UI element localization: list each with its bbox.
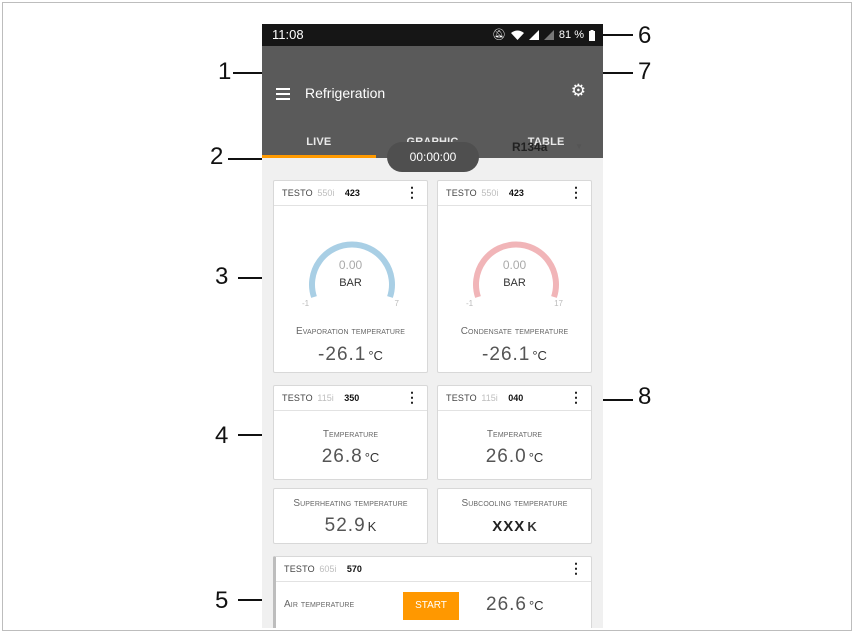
probe-serial: 350 [344,393,360,403]
reading-unit: °C [528,450,544,465]
card-header: TESTO 115i 350 ⋮ [274,386,427,411]
dropdown-arrow-icon[interactable]: ▼ [575,142,583,151]
more-options-icon[interactable]: ⋮ [569,181,583,204]
reading-number: -26.1 [482,344,531,365]
reading-number: 52.9 [324,515,366,536]
callout-7: 7 [638,58,652,85]
gauge-value: 0.00 [502,258,527,272]
gauge-max: 7 [394,299,399,308]
probe-brand: TESTO [446,393,477,403]
probe-brand: TESTO [446,188,477,198]
gauge-min: -1 [302,299,310,308]
reading-unit: K [367,519,377,534]
probe-serial: 040 [508,393,524,403]
measurement-timer[interactable]: 00:00:00 [387,142,479,172]
reading-label: Air temperature [284,599,355,610]
callout-2: 2 [210,143,224,170]
reading-number: 26.6 [486,594,527,615]
probe-brand: TESTO [284,564,315,574]
probe-model: 550i [317,188,335,198]
app-title: Refrigeration [305,85,386,101]
gauge-unit: BAR [339,277,362,289]
reading-label: Temperature [486,429,543,440]
refrigerant-select[interactable]: R134a [512,140,547,154]
reading-number: -26.1 [318,344,367,365]
probe-brand: TESTO [282,393,313,403]
probe-model: 605i [319,564,337,574]
probe-serial: 423 [508,188,524,198]
card-header: TESTO 550i 423 ⋮ [274,181,427,206]
gauge-card-low[interactable]: TESTO 550i 423 ⋮ 0.00 BAR -1 7 Evaporati… [273,180,428,373]
no-sim-icon [543,30,554,40]
callout-5: 5 [215,587,229,614]
reading-value: 26.8 °C [274,446,427,468]
probe-model: 115i [481,393,498,403]
reading-value: 26.0 °C [438,446,591,468]
reading-label: Superheating temperature [293,498,408,509]
reading-value: -26.1 °C [438,344,591,366]
gauge-max: 17 [554,299,563,308]
gauge-min: -1 [466,299,474,308]
probe-model: 550i [481,188,499,198]
temperature-card-1[interactable]: TESTO 115i 350 ⋮ Temperature 26.8 °C [273,385,428,480]
start-button[interactable]: START [403,592,459,620]
status-time: 11:08 [272,27,304,42]
callout-8: 8 [638,383,652,410]
subcooling-card[interactable]: Subcooling temperature XXX K [437,488,592,544]
reading-label: Evaporation temperature [296,326,405,337]
card-header: TESTO 605i 570 ⋮ [276,557,591,582]
reading-label: Subcooling temperature [461,498,568,509]
wifi-icon [510,30,524,40]
more-options-icon[interactable]: ⋮ [405,386,419,409]
callout-3: 3 [215,263,229,290]
signal-icon [528,30,539,40]
reading-unit: °C [368,348,383,363]
probe-serial: 423 [344,188,360,198]
reading-unit: °C [364,450,380,465]
reading-number: XXX [492,518,526,535]
callout-1: 1 [218,58,232,85]
reading-value: 26.6 °C [486,594,544,616]
temperature-card-2[interactable]: TESTO 115i 040 ⋮ Temperature 26.0 °C [437,385,592,480]
reading-number: 26.8 [321,446,363,467]
gauge-card-high[interactable]: TESTO 550i 423 ⋮ 0.00 BAR -1 17 Condensa… [437,180,592,373]
phone-screen: 11:08 🔕︎ 81 % Refrigeration ⚙ LIVE GRAPH… [262,24,603,628]
card-header: TESTO 115i 040 ⋮ [438,386,591,411]
reading-label: Temperature [322,429,379,440]
callout-4: 4 [215,422,229,449]
status-bar: 11:08 🔕︎ 81 % [262,24,603,46]
menu-icon[interactable] [276,88,290,103]
more-options-icon[interactable]: ⋮ [405,181,419,204]
probe-model: 115i [317,393,334,403]
callout-6-line [601,34,633,36]
more-options-icon[interactable]: ⋮ [569,386,583,409]
reading-value: 52.9 K [274,515,427,537]
reading-value: XXX K [438,518,591,535]
reading-unit: °C [528,598,544,613]
gauge-unit: BAR [503,277,526,289]
probe-brand: TESTO [282,188,313,198]
gauge-value: 0.00 [338,258,363,272]
reading-unit: °C [532,348,547,363]
battery-percent: 81 % [558,29,584,41]
reading-label: Condensate temperature [460,326,569,337]
superheating-card[interactable]: Superheating temperature 52.9 K [273,488,428,544]
reading-unit: K [527,519,537,534]
tab-live[interactable]: LIVE [262,130,376,158]
settings-gear-icon[interactable]: ⚙ [571,81,586,101]
callout-6: 6 [638,22,652,49]
probe-serial: 570 [346,564,362,574]
reading-number: 26.0 [485,446,527,467]
mute-icon: 🔕︎ [491,29,506,41]
status-icons: 🔕︎ 81 % [492,24,595,46]
more-options-icon[interactable]: ⋮ [569,557,583,580]
reading-value: -26.1 °C [274,344,427,366]
card-header: TESTO 550i 423 ⋮ [438,181,591,206]
battery-icon [589,29,595,41]
